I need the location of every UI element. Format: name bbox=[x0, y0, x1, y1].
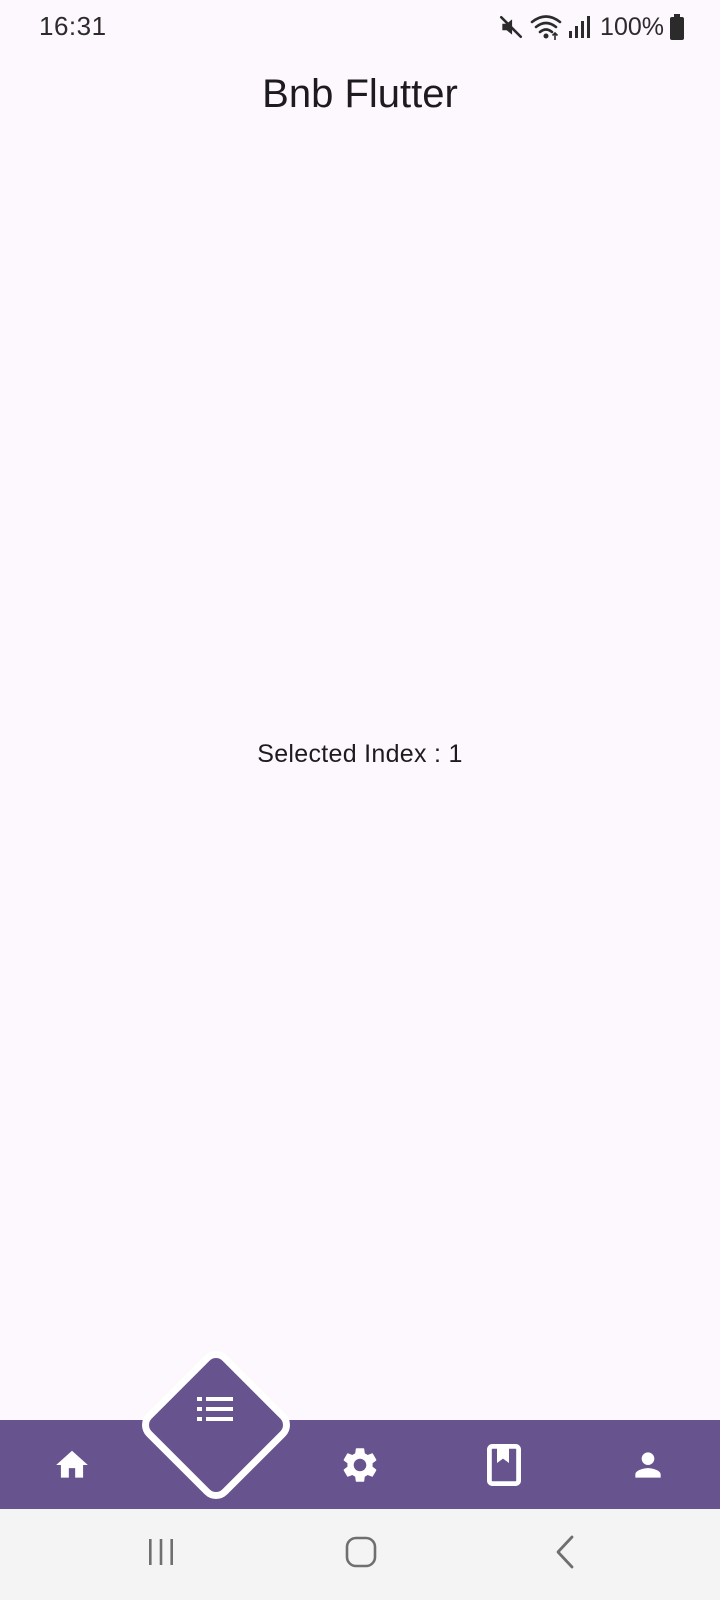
back-button[interactable] bbox=[520, 1509, 610, 1600]
status-icons: 100% bbox=[498, 12, 684, 42]
battery-icon bbox=[670, 14, 684, 40]
recent-apps-button[interactable] bbox=[116, 1509, 206, 1600]
settings-icon bbox=[339, 1444, 381, 1486]
nav-item-book[interactable] bbox=[464, 1420, 544, 1509]
battery-percent: 100% bbox=[600, 12, 664, 41]
status-time: 16:31 bbox=[39, 11, 107, 41]
home-circle-icon bbox=[345, 1536, 377, 1573]
bottom-navigation-bar bbox=[0, 1420, 720, 1509]
person-icon bbox=[629, 1446, 667, 1484]
nav-item-home[interactable] bbox=[32, 1420, 112, 1509]
nav-item-settings[interactable] bbox=[320, 1420, 400, 1509]
status-bar: 16:31 100% bbox=[0, 0, 720, 52]
recent-apps-icon bbox=[146, 1538, 176, 1571]
nav-item-profile[interactable] bbox=[608, 1420, 688, 1509]
wifi-icon bbox=[530, 13, 562, 41]
mute-icon bbox=[498, 14, 524, 40]
list-icon bbox=[197, 1397, 233, 1426]
system-navigation-bar bbox=[0, 1509, 720, 1600]
signal-icon bbox=[568, 15, 591, 39]
home-button[interactable] bbox=[316, 1509, 406, 1600]
book-icon bbox=[487, 1443, 521, 1486]
selected-index-text: Selected Index : 1 bbox=[257, 740, 463, 768]
back-icon bbox=[554, 1535, 576, 1574]
app-title: Bnb Flutter bbox=[262, 72, 458, 116]
home-icon bbox=[52, 1446, 92, 1484]
